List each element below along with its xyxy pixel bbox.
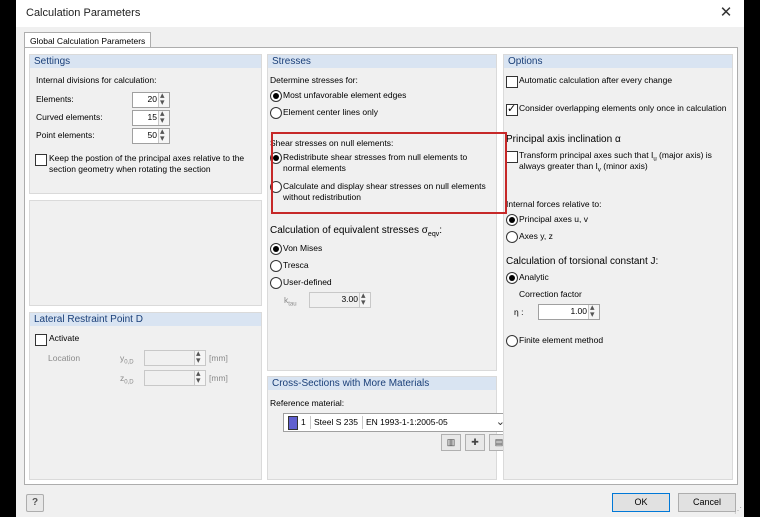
material-color-swatch	[288, 416, 298, 430]
reference-material-dropdown[interactable]: 1 Steel S 235 EN 1993-1-1:2005-05 ⌄	[283, 413, 509, 432]
tresca-radio[interactable]	[270, 260, 282, 272]
keep-axes-label-line1: Keep the postion of the principal axes r…	[49, 153, 245, 163]
edges-label: Most unfavorable element edges	[283, 90, 407, 100]
stepper-arrows-icon[interactable]	[359, 290, 370, 308]
stepper-arrows-icon[interactable]	[158, 126, 169, 144]
edges-radio[interactable]	[270, 90, 282, 102]
principal-axis-label: Principal axis inclination α	[506, 134, 621, 145]
material-library-icon[interactable]: ▥	[441, 434, 461, 451]
cancel-button[interactable]: Cancel	[678, 493, 736, 512]
settings-header: Settings	[30, 55, 261, 68]
tab-label: Global Calculation Parameters	[30, 36, 146, 46]
help-icon[interactable]: ?	[26, 494, 44, 512]
y-location-label: y0,D	[120, 353, 134, 366]
z-location-label: z0,D	[120, 373, 134, 386]
ok-button[interactable]: OK	[612, 493, 670, 512]
stepper-arrows-icon[interactable]	[158, 108, 169, 126]
stepper-arrows-icon[interactable]	[588, 302, 599, 320]
analytic-label: Analytic	[519, 272, 549, 282]
auto-calc-label: Automatic calculation after every change	[519, 75, 673, 85]
y-location-stepper[interactable]	[144, 348, 206, 366]
internal-forces-label: Internal forces relative to:	[506, 199, 602, 209]
lateral-restraint-panel: Lateral Restraint Point D Activate Locat…	[29, 312, 262, 480]
highlight-box	[271, 132, 507, 214]
von-mises-label: Von Mises	[283, 243, 323, 253]
z-unit-label: [mm]	[209, 373, 228, 383]
dialog-title: Calculation Parameters	[26, 7, 141, 19]
keep-axes-checkbox[interactable]	[35, 154, 47, 166]
divisions-label: Internal divisions for calculation:	[36, 75, 157, 85]
options-panel: Options Automatic calculation after ever…	[503, 54, 733, 480]
fem-label: Finite element method	[519, 335, 604, 345]
stepper-arrows-icon[interactable]	[158, 90, 169, 108]
curved-elements-stepper[interactable]: 15	[132, 108, 170, 126]
curved-elements-label: Curved elements:	[36, 112, 103, 122]
transform-label-line2: always greater than Iv (minor axis)	[519, 161, 648, 174]
material-number: 1	[301, 417, 306, 427]
y-unit-label: [mm]	[209, 353, 228, 363]
stresses-header: Stresses	[268, 55, 496, 68]
dialog-window: Calculation Parameters ✕ Global Calculat…	[16, 0, 744, 517]
options-header: Options	[504, 55, 732, 68]
new-material-icon[interactable]: ✚	[465, 434, 485, 451]
tresca-label: Tresca	[283, 260, 309, 270]
ktau-label: ktau	[284, 295, 297, 308]
eta-label: η :	[514, 307, 524, 317]
principal-axes-label: Principal axes u, v	[519, 214, 588, 224]
settings-panel: Settings Internal divisions for calculat…	[29, 54, 262, 194]
ktau-stepper[interactable]: 3.00	[309, 290, 371, 308]
eta-stepper[interactable]: 1.00	[538, 302, 600, 320]
keep-axes-label-line2: section geometry when rotating the secti…	[49, 164, 211, 174]
cross-sections-header: Cross-Sections with More Materials	[268, 377, 496, 390]
axes-yz-radio[interactable]	[506, 231, 518, 243]
correction-factor-label: Correction factor	[519, 289, 582, 299]
activate-label: Activate	[49, 333, 80, 343]
elements-label: Elements:	[36, 94, 74, 104]
z-location-stepper[interactable]	[144, 368, 206, 386]
elements-stepper[interactable]: 20	[132, 90, 170, 108]
centers-radio[interactable]	[270, 107, 282, 119]
stepper-arrows-icon[interactable]	[194, 368, 205, 386]
equivalent-stress-label: Calculation of equivalent stresses σeqv:	[270, 225, 442, 238]
reference-material-label: Reference material:	[270, 398, 345, 408]
user-defined-radio[interactable]	[270, 277, 282, 289]
centers-label: Element center lines only	[283, 107, 378, 117]
point-elements-label: Point elements:	[36, 130, 95, 140]
overlap-checkbox[interactable]	[506, 102, 518, 116]
transform-checkbox[interactable]	[506, 151, 518, 163]
auto-calc-checkbox[interactable]	[506, 76, 518, 88]
axes-yz-label: Axes y, z	[519, 231, 553, 241]
location-label: Location	[48, 353, 81, 363]
activate-checkbox[interactable]	[35, 334, 47, 346]
material-name: Steel S 235	[314, 417, 358, 427]
torsional-label: Calculation of torsional constant J:	[506, 256, 659, 267]
point-elements-stepper[interactable]: 50	[132, 126, 170, 144]
overlap-label: Consider overlapping elements only once …	[519, 103, 727, 113]
fem-radio[interactable]	[506, 335, 518, 347]
von-mises-radio[interactable]	[270, 243, 282, 255]
title-bar: Calculation Parameters ✕	[16, 0, 744, 27]
lateral-restraint-header: Lateral Restraint Point D	[30, 313, 261, 326]
stepper-arrows-icon[interactable]	[194, 348, 205, 366]
determine-label: Determine stresses for:	[270, 75, 358, 85]
material-norm: EN 1993-1-1:2005-05	[366, 417, 448, 427]
user-defined-label: User-defined	[283, 277, 332, 287]
analytic-radio[interactable]	[506, 272, 518, 284]
close-icon[interactable]: ✕	[716, 3, 736, 23]
resize-grip-icon[interactable]: ⋰	[734, 506, 742, 515]
empty-panel	[29, 200, 262, 306]
principal-axes-radio[interactable]	[506, 214, 518, 226]
tab-panel: Settings Internal divisions for calculat…	[24, 47, 738, 485]
